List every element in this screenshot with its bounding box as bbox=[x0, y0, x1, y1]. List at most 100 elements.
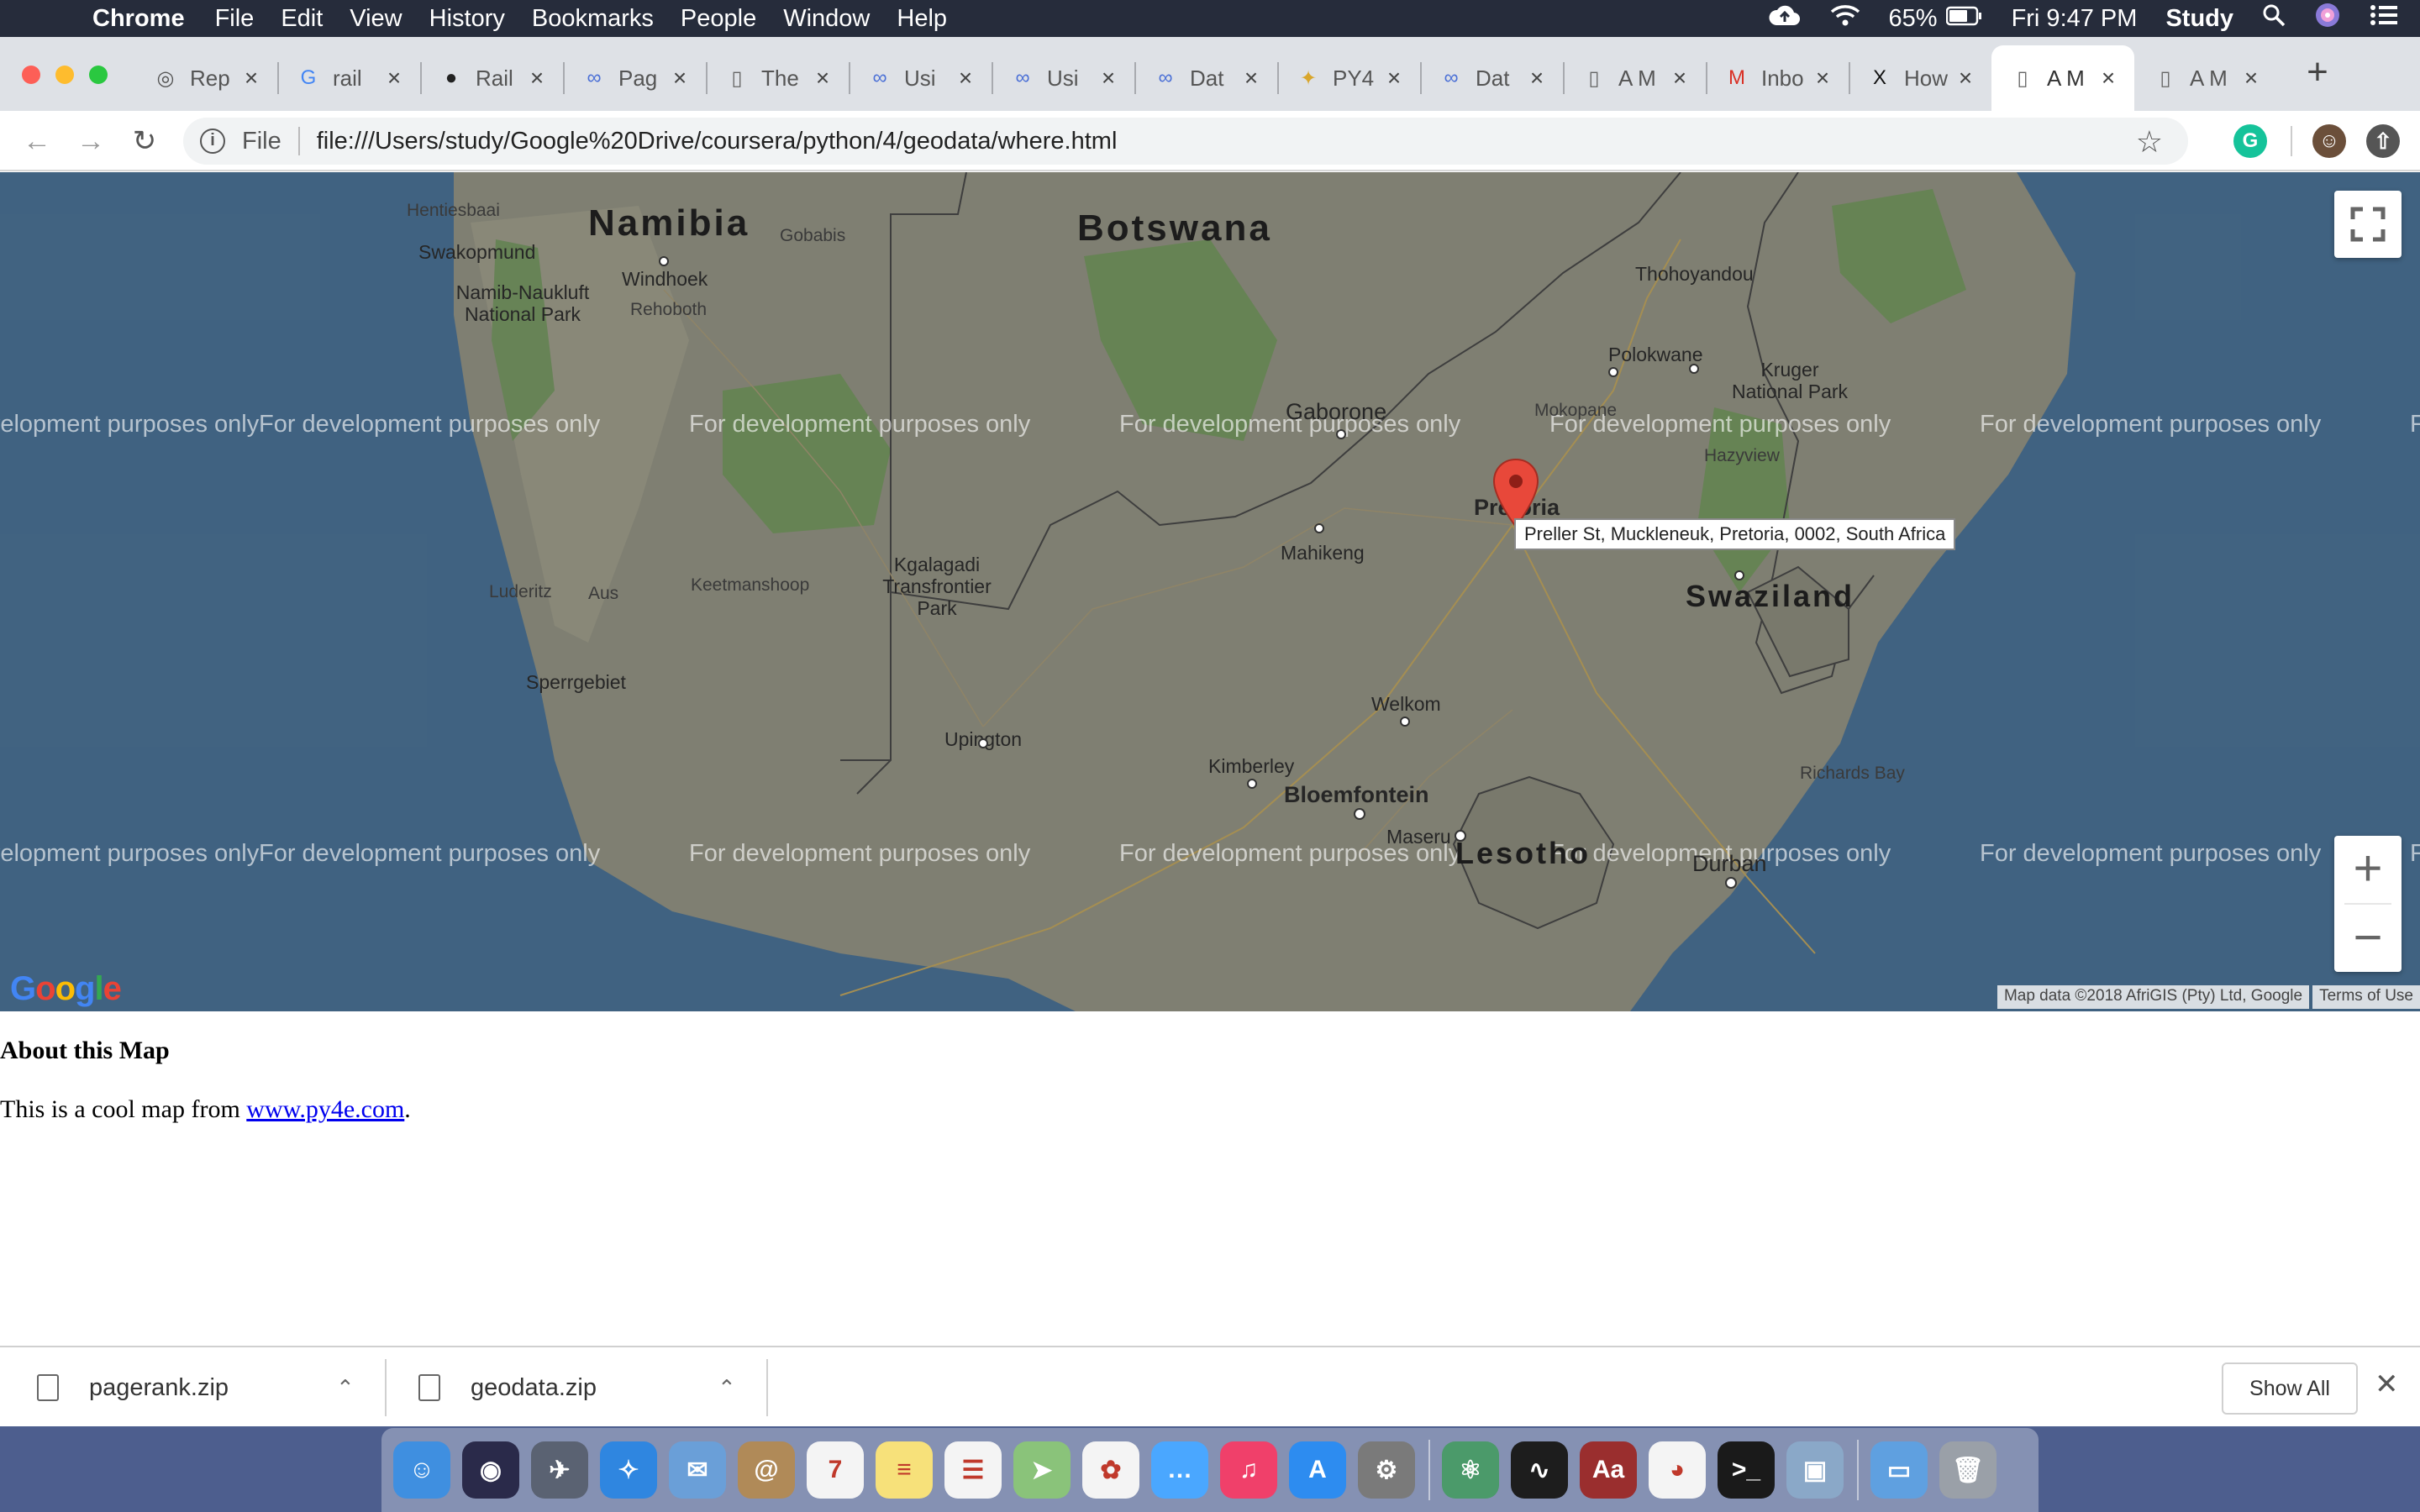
battery-percent[interactable]: 65% bbox=[1889, 5, 1938, 33]
close-icon[interactable]: ✕ bbox=[2375, 1368, 2399, 1401]
site-info-icon[interactable]: i bbox=[200, 129, 225, 154]
maps-icon[interactable]: ➤ bbox=[1013, 1441, 1071, 1499]
tab-close-icon[interactable]: × bbox=[380, 65, 408, 92]
tab-close-icon[interactable]: × bbox=[237, 65, 266, 92]
forward-button[interactable]: → bbox=[71, 121, 111, 161]
browser-tab[interactable]: ▯ A M × bbox=[1563, 45, 1706, 111]
zoom-in-button[interactable]: + bbox=[2334, 836, 2402, 903]
reload-button[interactable]: ↻ bbox=[124, 121, 165, 161]
browser-tab[interactable]: ▯ The × bbox=[706, 45, 849, 111]
tab-close-icon[interactable]: × bbox=[2094, 65, 2123, 92]
finder-icon[interactable]: ☺ bbox=[393, 1441, 450, 1499]
activity-monitor-icon[interactable]: ∿ bbox=[1511, 1441, 1568, 1499]
calendar-icon[interactable]: 7 bbox=[807, 1441, 864, 1499]
tab-title: Pag bbox=[618, 65, 658, 91]
battery-icon[interactable] bbox=[1945, 5, 1983, 33]
tab-close-icon[interactable]: × bbox=[1665, 65, 1694, 92]
download-item[interactable]: geodata.zip ⌃ bbox=[418, 1347, 763, 1428]
wifi-icon[interactable] bbox=[1830, 3, 1860, 34]
reminders-icon[interactable]: ☰ bbox=[944, 1441, 1002, 1499]
download-item[interactable]: pagerank.zip ⌃ bbox=[37, 1347, 381, 1428]
window-close-button[interactable] bbox=[22, 66, 40, 84]
browser-tab[interactable]: ∞ Usi × bbox=[992, 45, 1134, 111]
notification-center-icon[interactable] bbox=[2370, 3, 2398, 34]
extension-upload-icon[interactable]: ⇧ bbox=[2366, 124, 2400, 158]
browser-tab[interactable]: ▯ A M × bbox=[2134, 45, 2277, 111]
browser-tab[interactable]: X How × bbox=[1849, 45, 1991, 111]
google-logo[interactable]: Google bbox=[10, 970, 122, 1008]
launchpad-icon[interactable]: ✈ bbox=[531, 1441, 588, 1499]
tab-close-icon[interactable]: × bbox=[1237, 65, 1265, 92]
browser-tab[interactable]: M Inbo × bbox=[1706, 45, 1849, 111]
safari-icon[interactable]: ✧ bbox=[600, 1441, 657, 1499]
terms-of-use-link[interactable]: Terms of Use bbox=[2312, 985, 2420, 1009]
back-button[interactable]: ← bbox=[17, 121, 57, 161]
messages-icon[interactable]: … bbox=[1151, 1441, 1208, 1499]
address-bar[interactable]: i File file:///Users/study/Google%20Driv… bbox=[183, 118, 2188, 165]
profile-avatar[interactable]: ☺ bbox=[2312, 124, 2346, 158]
browser-tab[interactable]: ∞ Pag × bbox=[563, 45, 706, 111]
browser-tab[interactable]: Grail × bbox=[277, 45, 420, 111]
menu-history[interactable]: History bbox=[429, 5, 505, 33]
photos-icon[interactable]: ✿ bbox=[1082, 1441, 1139, 1499]
user-name[interactable]: Study bbox=[2165, 5, 2233, 33]
atom-icon[interactable]: ⚛ bbox=[1442, 1441, 1499, 1499]
window-minimize-button[interactable] bbox=[55, 66, 74, 84]
siri-icon[interactable] bbox=[2314, 2, 2341, 35]
browser-tab[interactable]: ∞ Usi × bbox=[849, 45, 992, 111]
system-preferences-icon[interactable]: ⚙ bbox=[1358, 1441, 1415, 1499]
menu-edit[interactable]: Edit bbox=[281, 5, 323, 33]
bookmark-star-icon[interactable]: ☆ bbox=[2136, 124, 2163, 160]
tab-close-icon[interactable]: × bbox=[523, 65, 551, 92]
clock[interactable]: Fri 9:47 PM bbox=[2012, 5, 2138, 33]
menu-view[interactable]: View bbox=[350, 5, 402, 33]
tab-close-icon[interactable]: × bbox=[2237, 65, 2265, 92]
tab-close-icon[interactable]: × bbox=[808, 65, 837, 92]
new-tab-button[interactable]: + bbox=[2297, 52, 2338, 92]
tab-close-icon[interactable]: × bbox=[1094, 65, 1123, 92]
zoom-out-button[interactable]: − bbox=[2334, 905, 2402, 972]
trash-icon[interactable]: 🗑 bbox=[1939, 1441, 1996, 1499]
chevron-up-icon[interactable]: ⌃ bbox=[718, 1375, 736, 1401]
preview-icon[interactable]: ▣ bbox=[1786, 1441, 1844, 1499]
menu-app-chrome[interactable]: Chrome bbox=[92, 5, 185, 33]
chevron-up-icon[interactable]: ⌃ bbox=[336, 1375, 355, 1401]
browser-tab[interactable]: ✦ PY4 × bbox=[1277, 45, 1420, 111]
spotlight-search-icon[interactable] bbox=[2262, 3, 2286, 34]
url-text[interactable]: file:///Users/study/Google%20Drive/cours… bbox=[317, 128, 1118, 155]
show-all-button[interactable]: Show All bbox=[2222, 1362, 2358, 1415]
menu-help[interactable]: Help bbox=[897, 5, 947, 33]
cloud-upload-icon[interactable] bbox=[1768, 3, 1802, 34]
itunes-icon[interactable]: ♫ bbox=[1220, 1441, 1277, 1499]
contacts-icon[interactable]: @ bbox=[738, 1441, 795, 1499]
chrome-icon[interactable]: ◕ bbox=[1649, 1441, 1706, 1499]
tab-title: PY4 bbox=[1333, 65, 1375, 91]
tab-close-icon[interactable]: × bbox=[1523, 65, 1551, 92]
tab-close-icon[interactable]: × bbox=[666, 65, 694, 92]
tab-close-icon[interactable]: × bbox=[951, 65, 980, 92]
fullscreen-button[interactable] bbox=[2334, 191, 2402, 258]
py4e-link[interactable]: www.py4e.com bbox=[246, 1095, 404, 1123]
siri-icon[interactable]: ◉ bbox=[462, 1441, 519, 1499]
browser-tab[interactable]: ∞ Dat × bbox=[1134, 45, 1277, 111]
terminal-icon[interactable]: >_ bbox=[1718, 1441, 1775, 1499]
menu-bookmarks[interactable]: Bookmarks bbox=[532, 5, 654, 33]
grammarly-extension-icon[interactable]: G bbox=[2233, 124, 2267, 158]
folder-icon[interactable]: ▭ bbox=[1870, 1441, 1928, 1499]
mail-icon[interactable]: ✉ bbox=[669, 1441, 726, 1499]
browser-tab[interactable]: ▯ A M × bbox=[1991, 45, 2134, 111]
menu-window[interactable]: Window bbox=[783, 5, 870, 33]
menu-file[interactable]: File bbox=[215, 5, 255, 33]
google-map[interactable]: For development purposes only For develo… bbox=[0, 172, 2420, 1011]
menu-people[interactable]: People bbox=[681, 5, 756, 33]
browser-tab[interactable]: ∞ Dat × bbox=[1420, 45, 1563, 111]
browser-tab[interactable]: ● Rail × bbox=[420, 45, 563, 111]
tab-close-icon[interactable]: × bbox=[1380, 65, 1408, 92]
tab-close-icon[interactable]: × bbox=[1951, 65, 1980, 92]
notes-icon[interactable]: ≡ bbox=[876, 1441, 933, 1499]
app-store-icon[interactable]: A bbox=[1289, 1441, 1346, 1499]
tab-close-icon[interactable]: × bbox=[1808, 65, 1837, 92]
dictionary-icon[interactable]: Aa bbox=[1580, 1441, 1637, 1499]
browser-tab[interactable]: ◎ Rep × bbox=[134, 45, 277, 111]
window-zoom-button[interactable] bbox=[89, 66, 108, 84]
